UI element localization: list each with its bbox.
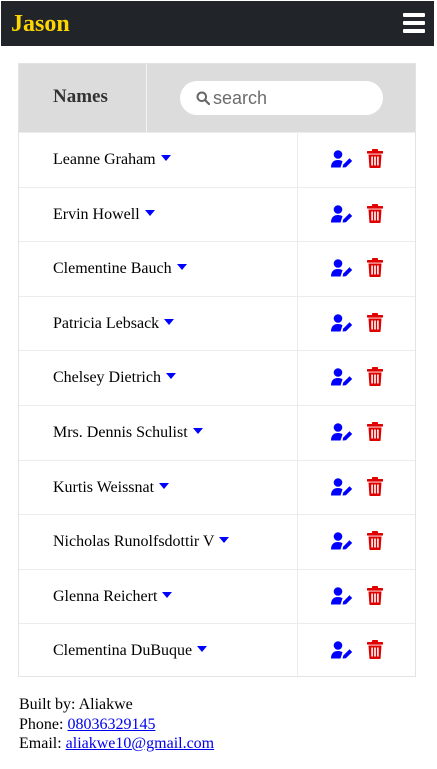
- user-name-text: Clementine Bauch: [53, 260, 172, 278]
- navbar: Jason: [1, 1, 434, 46]
- user-name: Mrs. Dennis Schulist: [53, 424, 203, 442]
- user-name-text: Kurtis Weissnat: [53, 478, 155, 496]
- user-name: Kurtis Weissnat: [53, 478, 170, 497]
- caret-down-icon[interactable]: [176, 264, 187, 271]
- column-divider: [297, 569, 298, 624]
- built-by-line: Built by: Aliakwe: [19, 696, 133, 713]
- table-row: Ervin Howell: [19, 186, 415, 242]
- table-row: Glenna Reichert: [19, 568, 415, 624]
- brand-logo[interactable]: Jason: [11, 9, 70, 39]
- user-edit-icon[interactable]: [331, 586, 353, 605]
- footer: Built by: Aliakwe Phone: 08036329145 Ema…: [19, 695, 214, 754]
- table-header: Names: [19, 64, 415, 132]
- user-edit-icon[interactable]: [331, 532, 353, 550]
- user-name-text: Mrs. Dennis Schulist: [53, 423, 188, 441]
- user-name: Glenna Reichert: [53, 587, 173, 606]
- column-divider: [297, 242, 298, 296]
- user-name: Patricia Lebsack: [53, 314, 175, 333]
- user-edit-icon[interactable]: [331, 204, 353, 223]
- user-edit-icon[interactable]: [331, 423, 353, 441]
- caret-down-icon[interactable]: [160, 155, 171, 161]
- caret-down-icon[interactable]: [162, 591, 173, 598]
- trash-icon[interactable]: [367, 585, 383, 605]
- column-divider: [297, 460, 298, 515]
- email-line: Email: aliakwe10@gmail.com: [19, 735, 215, 752]
- table-row: Clementine Bauch: [19, 241, 415, 296]
- user-name: Chelsey Dietrich: [53, 369, 176, 387]
- user-edit-icon[interactable]: [331, 313, 353, 332]
- column-divider: [297, 515, 298, 569]
- trash-icon[interactable]: [367, 203, 383, 223]
- user-name: Nicholas Runolfsdottir V: [53, 533, 230, 551]
- caret-down-icon[interactable]: [164, 318, 175, 325]
- user-edit-icon[interactable]: [331, 477, 353, 496]
- column-divider: [297, 624, 298, 678]
- hamburger-menu-icon[interactable]: [403, 13, 425, 33]
- user-name-text: Clementina DuBuque: [53, 642, 193, 660]
- user-edit-icon[interactable]: [331, 368, 353, 386]
- user-name-text: Patricia Lebsack: [53, 314, 160, 332]
- search-input[interactable]: [213, 81, 373, 115]
- table-row: Mrs. Dennis Schulist: [19, 404, 415, 460]
- user-name-text: Nicholas Runolfsdottir V: [53, 533, 215, 551]
- user-name: Ervin Howell: [53, 206, 155, 224]
- trash-icon[interactable]: [367, 640, 383, 660]
- header-divider: [146, 64, 147, 132]
- table-row: Patricia Lebsack: [19, 295, 415, 351]
- names-column-header: Names: [53, 86, 108, 107]
- trash-icon[interactable]: [367, 531, 383, 551]
- caret-down-icon[interactable]: [144, 209, 155, 216]
- trash-icon[interactable]: [367, 421, 383, 441]
- email-link[interactable]: aliakwe10@gmail.com: [66, 735, 214, 752]
- phone-line: Phone: 08036329145: [19, 715, 156, 733]
- phone-link[interactable]: 08036329145: [67, 716, 155, 733]
- user-name-text: Leanne Graham: [53, 151, 156, 168]
- column-divider: [297, 133, 298, 187]
- trash-icon[interactable]: [367, 149, 383, 168]
- table-row: Kurtis Weissnat: [19, 459, 415, 515]
- column-divider: [297, 351, 298, 405]
- user-name: Leanne Graham: [53, 151, 171, 169]
- user-name: Clementine Bauch: [53, 260, 187, 278]
- table-row: Chelsey Dietrich: [19, 350, 415, 405]
- column-divider: [297, 187, 298, 242]
- table-row: Leanne Graham: [19, 132, 415, 187]
- author-name: Aliakwe: [78, 696, 133, 713]
- table-row: Nicholas Runolfsdottir V: [19, 514, 415, 569]
- search-icon: [196, 91, 210, 105]
- column-divider: [297, 296, 298, 351]
- caret-down-icon[interactable]: [159, 482, 170, 489]
- caret-down-icon[interactable]: [192, 427, 203, 434]
- users-table: Names Leanne Graham: [18, 63, 416, 678]
- user-name: Clementina DuBuque: [53, 642, 208, 660]
- user-name-text: Glenna Reichert: [53, 587, 158, 605]
- caret-down-icon[interactable]: [219, 537, 230, 544]
- trash-icon[interactable]: [367, 258, 383, 278]
- trash-icon[interactable]: [367, 476, 383, 496]
- caret-down-icon[interactable]: [197, 646, 208, 653]
- caret-down-icon[interactable]: [165, 373, 176, 380]
- search-box[interactable]: [180, 81, 383, 115]
- table-body: Leanne Graham Ervin Howell Clementine Ba…: [19, 132, 415, 678]
- user-edit-icon[interactable]: [331, 150, 353, 168]
- trash-icon[interactable]: [367, 367, 383, 387]
- table-row: Clementina DuBuque: [19, 623, 415, 678]
- user-name-text: Ervin Howell: [53, 205, 140, 223]
- user-edit-icon[interactable]: [331, 259, 353, 277]
- user-name-text: Chelsey Dietrich: [53, 369, 161, 387]
- user-edit-icon[interactable]: [331, 641, 353, 659]
- column-divider: [297, 405, 298, 460]
- trash-icon[interactable]: [367, 312, 383, 332]
